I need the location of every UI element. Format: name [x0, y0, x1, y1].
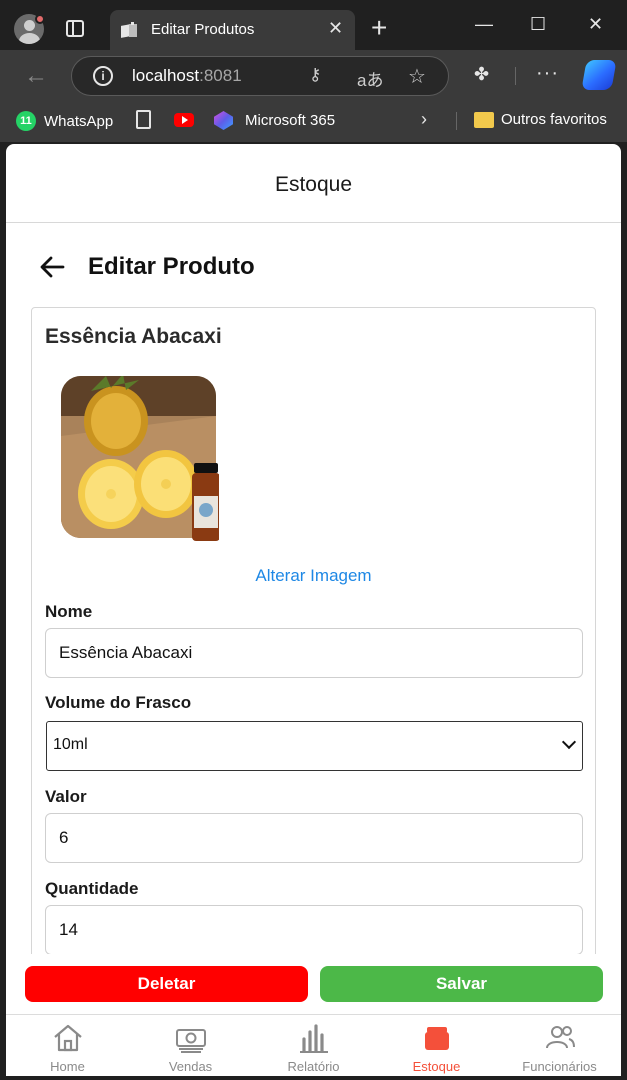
nav-relatorio[interactable]: Relatório [252, 1015, 375, 1076]
product-card: Essência Abacaxi Alterar Imagem Nome Ess… [31, 307, 596, 1007]
nome-label: Nome [45, 602, 93, 621]
cash-icon [176, 1029, 206, 1053]
browser-back-icon[interactable]: ← [24, 62, 48, 90]
tab-close-icon[interactable]: ✕ [328, 18, 343, 39]
nav-label: Home [50, 1059, 85, 1074]
people-icon [546, 1026, 575, 1049]
product-name-heading: Essência Abacaxi [45, 325, 222, 348]
bottom-navigation: Home Vendas Relatório Estoque Funcionári… [6, 1014, 621, 1076]
bookmark-label: WhatsApp [44, 112, 114, 130]
valor-label: Valor [45, 787, 87, 806]
url-host: localhost [132, 66, 200, 85]
delete-button[interactable]: Deletar [25, 966, 308, 1002]
folder-icon [474, 111, 494, 128]
whatsapp-icon: 11 [16, 111, 36, 131]
change-image-link[interactable]: Alterar Imagem [32, 566, 595, 586]
favorite-star-icon[interactable]: ☆ [408, 64, 426, 89]
app-header: Estoque [6, 144, 621, 223]
new-tab-button[interactable]: + [371, 12, 387, 44]
quantidade-input[interactable]: 14 [45, 905, 583, 955]
bookmarks-divider [456, 112, 457, 130]
minimize-button[interactable]: — [475, 14, 493, 35]
close-window-button[interactable]: ✕ [588, 14, 603, 35]
copilot-icon[interactable] [581, 60, 617, 90]
url-port: :8081 [199, 66, 242, 85]
document-icon[interactable] [136, 110, 151, 129]
browser-toolbar: ← i localhost:8081 ⚷ aあ ☆ ✤ ··· [0, 50, 627, 102]
volume-selected-value: 10ml [53, 736, 88, 753]
tab-title: Editar Produtos [151, 21, 255, 38]
youtube-icon[interactable] [174, 113, 194, 127]
maximize-button[interactable]: ☐ [530, 14, 546, 35]
extensions-icon[interactable]: ✤ [474, 64, 496, 86]
nav-estoque[interactable]: Estoque [375, 1015, 498, 1076]
nome-input[interactable]: Essência Abacaxi [45, 628, 583, 678]
address-bar[interactable]: i localhost:8081 ⚷ aあ ☆ [71, 56, 449, 96]
tab-actions-icon[interactable] [66, 20, 84, 37]
box-icon [425, 1027, 449, 1050]
bookmark-label: Microsoft 365 [245, 112, 336, 129]
nav-label: Funcionários [522, 1059, 597, 1074]
volume-select[interactable]: 10ml [46, 721, 583, 771]
app-favicon-icon [121, 22, 137, 38]
profile-notification-dot [35, 14, 45, 24]
app-viewport: Estoque Editar Produto Essência Abacaxi [6, 144, 621, 1076]
bookmark-other-favorites[interactable]: Outros favoritos [474, 111, 607, 128]
page-title: Editar Produto [88, 253, 255, 280]
nav-label: Relatório [287, 1059, 340, 1074]
bookmark-whatsapp[interactable]: 11 WhatsApp [16, 111, 113, 131]
home-icon [54, 1024, 82, 1052]
nav-funcionarios[interactable]: Funcionários [498, 1015, 621, 1076]
quantidade-label: Quantidade [45, 879, 139, 898]
bookmark-label: Outros favoritos [501, 111, 607, 128]
nav-vendas[interactable]: Vendas [129, 1015, 252, 1076]
site-info-icon[interactable]: i [93, 66, 113, 86]
bookmarks-bar: 11 WhatsApp Microsoft 365 Outros favorit… [0, 102, 627, 142]
app-header-title: Estoque [274, 173, 353, 196]
volume-label: Volume do Frasco [45, 693, 192, 712]
nav-label: Estoque [412, 1059, 461, 1074]
back-arrow-icon[interactable] [32, 256, 72, 278]
bookmark-microsoft365[interactable]: Microsoft 365 [214, 111, 335, 130]
bar-chart-icon [300, 1024, 328, 1053]
page-heading: Editar Produto [32, 250, 255, 284]
valor-input[interactable]: 6 [45, 813, 583, 863]
chevron-down-icon [561, 734, 577, 750]
microsoft365-icon [214, 111, 233, 130]
url-text: localhost:8081 [132, 66, 242, 86]
bookmarks-more-chevron-icon[interactable]: › [421, 109, 427, 130]
toolbar-divider [515, 67, 516, 85]
more-menu-icon[interactable]: ··· [536, 62, 559, 85]
password-key-icon[interactable]: ⚷ [309, 65, 321, 85]
product-image[interactable] [61, 376, 219, 541]
nav-home[interactable]: Home [6, 1015, 129, 1076]
nav-label: Vendas [168, 1059, 213, 1074]
browser-tab[interactable]: Editar Produtos ✕ [110, 10, 355, 50]
save-button[interactable]: Salvar [320, 966, 603, 1002]
translate-icon[interactable]: aあ [357, 66, 383, 91]
